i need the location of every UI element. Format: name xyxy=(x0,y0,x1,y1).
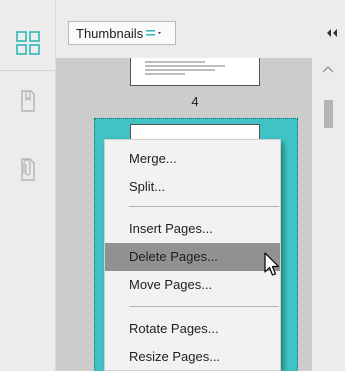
menu-item-resize-pages[interactable]: Resize Pages... xyxy=(105,343,280,371)
attachment-icon xyxy=(18,155,38,186)
rail-divider xyxy=(0,70,55,71)
menu-item-merge[interactable]: Merge... xyxy=(105,145,280,173)
bookmarks-panel-button[interactable] xyxy=(0,84,55,120)
menu-item-rotate-pages[interactable]: Rotate Pages... xyxy=(105,315,280,343)
collapse-panel-button[interactable] xyxy=(324,26,340,40)
thumbnails-grid-icon xyxy=(15,30,41,59)
vertical-scrollbar[interactable] xyxy=(312,58,345,371)
attachments-panel-button[interactable] xyxy=(0,152,55,188)
menu-item-insert-pages[interactable]: Insert Pages... xyxy=(105,215,280,243)
scroll-up-icon[interactable] xyxy=(321,65,335,75)
view-mode-dropdown[interactable]: Thumbnails xyxy=(68,21,176,45)
menu-item-split[interactable]: Split... xyxy=(105,173,280,201)
page-number-4: 4 xyxy=(191,94,199,109)
bookmark-icon xyxy=(18,88,38,117)
view-mode-label: Thumbnails xyxy=(76,25,144,41)
mouse-cursor-icon xyxy=(263,252,283,281)
menu-item-move-pages[interactable]: Move Pages... xyxy=(105,271,280,299)
panel-toolbar: Thumbnails xyxy=(56,0,345,58)
thumbnails-panel-button[interactable] xyxy=(0,24,55,64)
menu-item-delete-pages[interactable]: Delete Pages... xyxy=(105,243,280,271)
page-thumbnail-4[interactable] xyxy=(130,58,260,86)
scroll-thumb[interactable] xyxy=(324,100,333,128)
left-rail xyxy=(0,0,56,371)
context-menu: Merge... Split... Insert Pages... Delete… xyxy=(104,139,281,371)
double-left-arrow-icon xyxy=(326,26,338,41)
page-text-lines xyxy=(145,61,225,77)
equals-dropdown-icon xyxy=(146,28,164,38)
menu-separator xyxy=(129,306,279,307)
menu-separator xyxy=(129,206,279,207)
